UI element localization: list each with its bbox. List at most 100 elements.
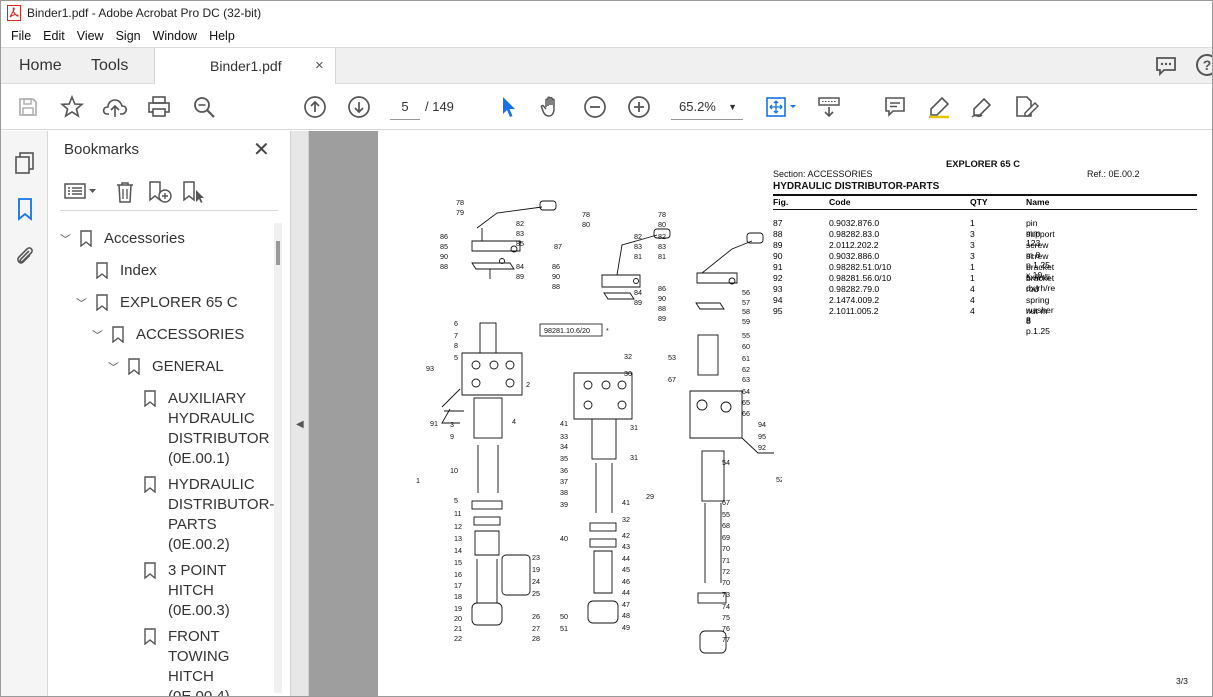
svg-text:57: 57 <box>742 298 750 307</box>
chevron-left-icon: ◀ <box>296 419 304 430</box>
close-icon[interactable]: × <box>315 57 324 74</box>
svg-text:33: 33 <box>560 432 568 441</box>
bookmark-hydraulic-distributor-parts[interactable]: HYDRAULIC DISTRIBUTOR- PARTS (0E.00.2) <box>60 475 274 555</box>
chevron-down-icon[interactable]: ﹀ <box>108 358 119 378</box>
table-rule-top <box>773 194 1197 196</box>
save-icon[interactable] <box>15 94 41 120</box>
previous-page-icon[interactable] <box>302 94 328 120</box>
menu-window[interactable]: Window <box>147 29 203 43</box>
svg-text:49: 49 <box>622 623 630 632</box>
help-icon[interactable]: ? <box>1196 54 1212 76</box>
tab-tools[interactable]: Tools <box>91 48 128 84</box>
svg-text:89: 89 <box>634 298 642 307</box>
cell-code: 0.98282.79.0 <box>829 284 880 294</box>
svg-text:85: 85 <box>516 239 524 248</box>
menu-help[interactable]: Help <box>203 29 241 43</box>
chevron-down-icon[interactable]: ﹀ <box>76 294 87 314</box>
panel-title: Bookmarks <box>64 141 140 158</box>
comment-tool-icon[interactable] <box>882 94 908 120</box>
svg-text:67: 67 <box>722 498 730 507</box>
bookmark-from-selection-icon[interactable] <box>182 181 206 203</box>
zoom-search-icon[interactable] <box>191 94 217 120</box>
zoom-out-icon[interactable] <box>582 94 608 120</box>
fit-page-icon[interactable] <box>763 94 799 120</box>
scrollbar-thumb[interactable] <box>276 241 280 265</box>
svg-text:53: 53 <box>668 353 676 362</box>
next-page-icon[interactable] <box>346 94 372 120</box>
bookmark-options-icon[interactable] <box>64 181 98 201</box>
tab-bar: Home Tools Binder1.pdf × ? <box>1 47 1212 85</box>
page-number-input[interactable]: 5 <box>390 94 420 120</box>
print-icon[interactable] <box>146 94 172 120</box>
close-panel-icon[interactable]: ✕ <box>253 137 270 162</box>
tab-document[interactable]: Binder1.pdf × <box>154 48 336 85</box>
svg-text:81: 81 <box>634 252 642 261</box>
zoom-level-select[interactable]: 65.2% ▼ <box>671 94 743 120</box>
svg-text:36: 36 <box>560 466 568 475</box>
attachment-icon[interactable] <box>13 244 37 268</box>
table-rule-header <box>773 209 1197 210</box>
svg-text:34: 34 <box>560 442 568 451</box>
bookmark-icon <box>96 262 108 279</box>
bookmark-icon <box>144 628 156 645</box>
bookmark-front-towing-hitch[interactable]: FRONT TOWING HITCH (0E.00.4) <box>60 627 270 696</box>
svg-text:51: 51 <box>560 624 568 633</box>
svg-text:70: 70 <box>722 578 730 587</box>
sign-pen-icon[interactable] <box>969 94 995 120</box>
new-bookmark-icon[interactable] <box>148 181 172 203</box>
comment-icon[interactable] <box>1155 56 1177 76</box>
bookmark-accessories-root[interactable]: ﹀ Accessories <box>60 229 260 251</box>
bookmark-auxiliary-hydraulic-distributor[interactable]: AUXILIARY HYDRAULIC DISTRIBUTOR (0E.00.1… <box>60 389 270 469</box>
window-title: Binder1.pdf - Adobe Acrobat Pro DC (32-b… <box>27 6 262 20</box>
highlight-pen-icon[interactable] <box>926 94 952 120</box>
cell-name: nut m 8 p.1.25 <box>1026 306 1050 336</box>
svg-text:64: 64 <box>742 387 750 396</box>
svg-text:31: 31 <box>630 423 638 432</box>
menu-file[interactable]: File <box>5 29 37 43</box>
scroll-mode-icon[interactable] <box>816 94 842 120</box>
cell-name: screw <box>1026 251 1049 261</box>
pages-thumbnail-icon[interactable] <box>13 151 37 175</box>
cell-qty: 1 <box>970 218 975 228</box>
document-viewport[interactable]: EXPLORER 65 C Section: ACCESSORIES Ref.:… <box>309 131 1212 696</box>
svg-text:85: 85 <box>440 242 448 251</box>
bookmark-icon <box>80 230 92 247</box>
cell-qty: 3 <box>970 229 975 239</box>
tab-home[interactable]: Home <box>19 48 62 84</box>
chevron-down-icon[interactable]: ﹀ <box>92 326 103 346</box>
bookmark-index[interactable]: Index <box>60 261 260 283</box>
svg-text:72: 72 <box>722 567 730 576</box>
svg-text:66: 66 <box>742 409 750 418</box>
bookmarks-panel: Bookmarks ✕ ﹀ Accessories Index ﹀ EXPLOR… <box>48 131 291 696</box>
svg-text:63: 63 <box>742 375 750 384</box>
acrobat-logo-icon <box>7 5 21 21</box>
cell-qty: 4 <box>970 295 975 305</box>
bookmark-general[interactable]: ﹀ GENERAL <box>60 357 260 379</box>
hand-tool-icon[interactable] <box>538 94 564 120</box>
svg-text:5: 5 <box>454 353 458 362</box>
edit-pdf-icon[interactable] <box>1013 94 1039 120</box>
bookmark-accessories-section[interactable]: ﹀ ACCESSORIES <box>60 325 260 347</box>
bookmark-panel-icon[interactable] <box>13 197 37 221</box>
bookmark-3-point-hitch[interactable]: 3 POINT HITCH (0E.00.3) <box>60 561 270 621</box>
upload-cloud-icon[interactable] <box>102 94 128 120</box>
svg-text:18: 18 <box>454 592 462 601</box>
svg-text:78: 78 <box>582 210 590 219</box>
svg-text:14: 14 <box>454 546 462 555</box>
collapse-panel-button[interactable]: ◀ <box>291 131 309 696</box>
zoom-in-icon[interactable] <box>626 94 652 120</box>
select-cursor-icon[interactable] <box>495 94 521 120</box>
cell-qty: 3 <box>970 240 975 250</box>
bookmarks-scrollbar[interactable] <box>274 223 282 693</box>
bookmark-label: Index <box>120 262 157 279</box>
menu-view[interactable]: View <box>71 29 110 43</box>
svg-text:8: 8 <box>454 341 458 350</box>
star-icon[interactable] <box>59 94 85 120</box>
menu-sign[interactable]: Sign <box>110 29 147 43</box>
menu-edit[interactable]: Edit <box>37 29 71 43</box>
bookmark-explorer-65c[interactable]: ﹀ EXPLORER 65 C <box>60 293 260 315</box>
delete-bookmark-icon[interactable] <box>115 181 135 203</box>
svg-text:54: 54 <box>722 458 730 467</box>
chevron-down-icon[interactable]: ﹀ <box>60 230 71 250</box>
col-header-code: Code <box>829 197 851 207</box>
